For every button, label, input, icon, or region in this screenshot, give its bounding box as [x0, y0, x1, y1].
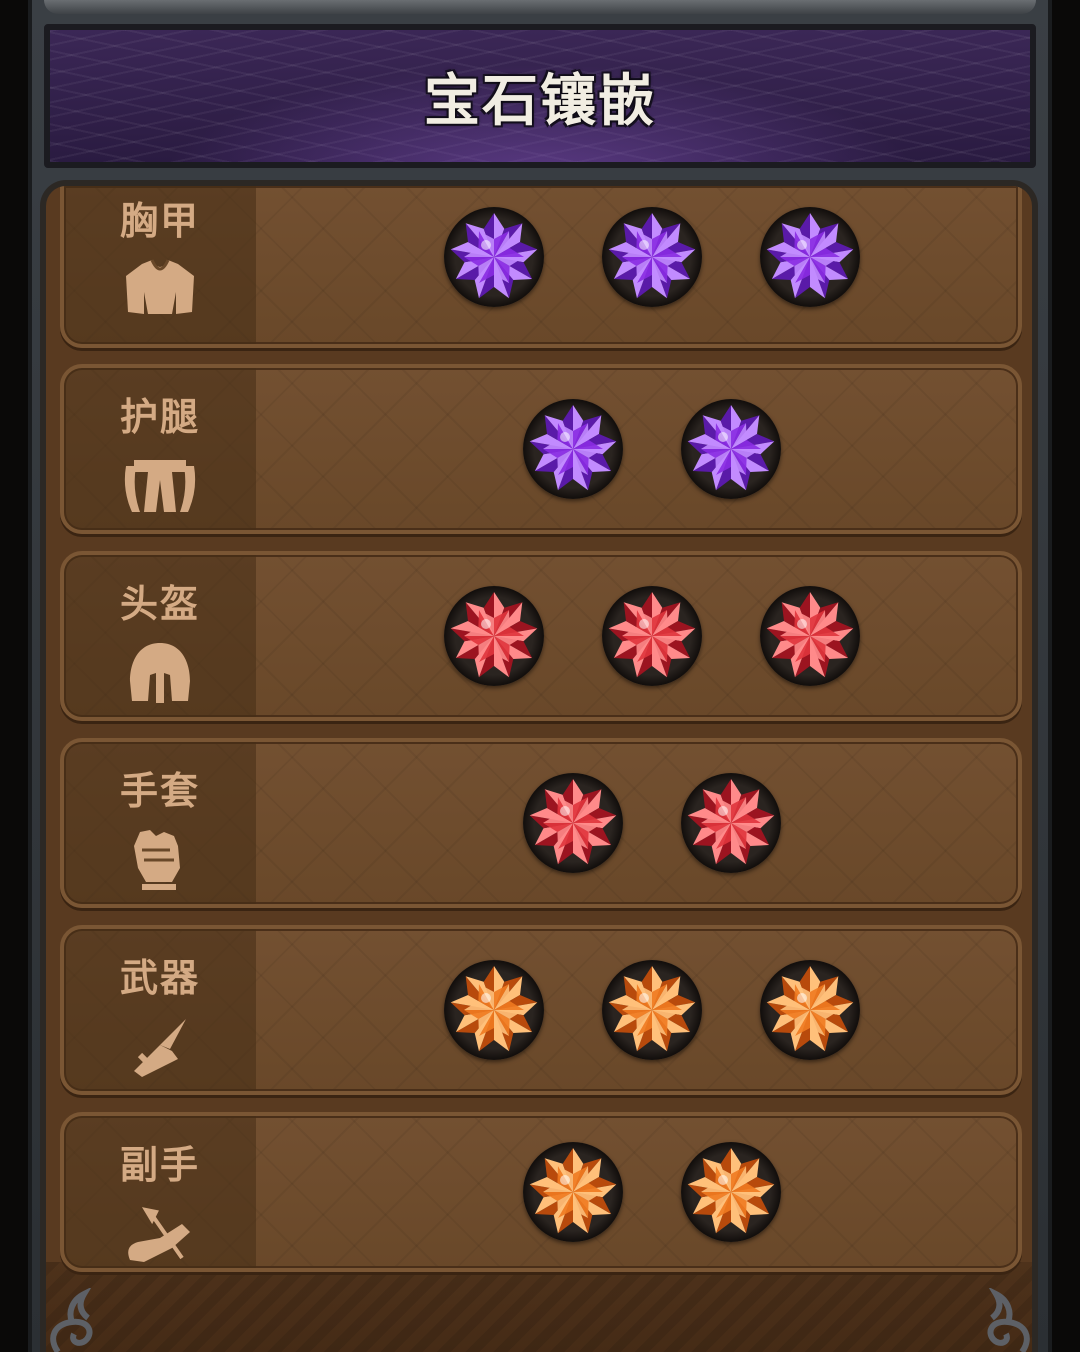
bow-icon — [120, 1202, 200, 1266]
header-banner: 宝石镶嵌 — [44, 24, 1036, 168]
gem-socket-group — [256, 186, 1018, 336]
slot-label-box: 护腿 — [64, 368, 256, 530]
gear-slot-row[interactable]: 头盔 — [60, 551, 1022, 721]
orange-gem-icon[interactable] — [523, 1142, 623, 1242]
gear-slot-row[interactable]: 武器 — [60, 925, 1022, 1095]
orange-gem-icon[interactable] — [760, 960, 860, 1060]
gem-socket-group — [256, 1116, 1018, 1268]
purple-gem-icon[interactable] — [602, 207, 702, 307]
leg-armor-icon — [120, 454, 200, 518]
gear-slot-row[interactable]: 胸甲 — [60, 186, 1022, 348]
red-gem-icon[interactable] — [523, 773, 623, 873]
slot-label-box: 胸甲 — [64, 186, 256, 344]
purple-gem-icon[interactable] — [681, 399, 781, 499]
sword-icon — [120, 1015, 200, 1079]
gem-socket-group — [256, 555, 1018, 717]
panel-bottom-border — [46, 1262, 1032, 1352]
red-gem-icon[interactable] — [760, 586, 860, 686]
gem-socket-group — [256, 742, 1018, 904]
gear-slot-row[interactable]: 手套 — [60, 738, 1022, 908]
purple-gem-icon[interactable] — [444, 207, 544, 307]
purple-gem-icon[interactable] — [523, 399, 623, 499]
helmet-icon — [120, 641, 200, 705]
orange-gem-icon[interactable] — [602, 960, 702, 1060]
slot-label: 副手 — [119, 1143, 200, 1187]
orange-gem-icon[interactable] — [444, 960, 544, 1060]
red-gem-icon[interactable] — [444, 586, 544, 686]
gear-slot-row[interactable]: 护腿 — [60, 364, 1022, 534]
top-strip — [44, 0, 1036, 14]
red-gem-icon[interactable] — [681, 773, 781, 873]
gear-slot-row[interactable]: 副手 — [60, 1112, 1022, 1272]
slot-label: 武器 — [119, 956, 200, 1000]
gem-socket-group — [256, 368, 1018, 530]
corner-ornament-left-icon — [50, 1288, 93, 1352]
gem-socket-group — [256, 929, 1018, 1091]
slot-label: 手套 — [119, 769, 200, 813]
slot-label: 头盔 — [119, 582, 200, 626]
orange-gem-icon[interactable] — [681, 1142, 781, 1242]
slot-label-box: 武器 — [64, 929, 256, 1091]
slot-label-box: 副手 — [64, 1116, 256, 1268]
slot-label: 胸甲 — [119, 199, 200, 243]
purple-gem-icon[interactable] — [760, 207, 860, 307]
gauntlet-icon — [120, 828, 200, 892]
chest-armor-icon — [120, 256, 200, 320]
slot-label: 护腿 — [119, 395, 200, 439]
corner-ornament-right-icon — [987, 1288, 1030, 1352]
page-title: 宝石镶嵌 — [424, 68, 656, 134]
gem-socket-panel: 胸甲护腿头盔手套武器副手 — [40, 180, 1038, 1352]
red-gem-icon[interactable] — [602, 586, 702, 686]
slot-label-box: 头盔 — [64, 555, 256, 717]
slot-label-box: 手套 — [64, 742, 256, 904]
